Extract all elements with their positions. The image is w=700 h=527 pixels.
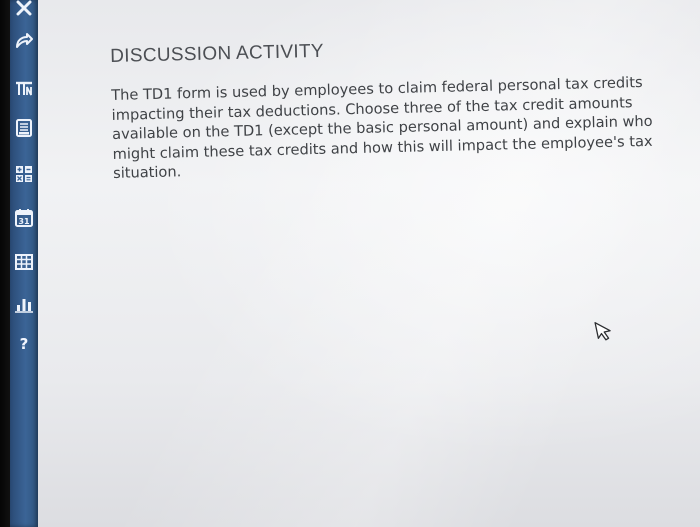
calendar-icon-label: 31	[18, 217, 30, 226]
document-icon[interactable]	[12, 116, 36, 140]
calendar-icon[interactable]: 31	[12, 206, 36, 230]
mouse-cursor-icon	[594, 322, 611, 341]
help-icon[interactable]: ?	[12, 332, 36, 356]
main-content-area: DISCUSSION ACTIVITY The TD1 form is used…	[38, 0, 700, 527]
calculator-icon[interactable]	[12, 162, 36, 186]
page-title: DISCUSSION ACTIVITY	[110, 40, 325, 67]
chart-icon[interactable]	[12, 292, 36, 316]
help-icon-label: ?	[19, 334, 29, 353]
sidebar-toolbar: 31 ?	[10, 0, 38, 527]
table-icon[interactable]	[12, 250, 36, 274]
text-icon[interactable]	[12, 76, 36, 100]
close-icon[interactable]	[12, 0, 36, 20]
screen-bezel	[0, 0, 10, 527]
discussion-prompt: The TD1 form is used by employees to cla…	[111, 74, 653, 183]
share-icon[interactable]	[12, 30, 36, 54]
discussion-panel: DISCUSSION ACTIVITY The TD1 form is used…	[110, 32, 674, 198]
